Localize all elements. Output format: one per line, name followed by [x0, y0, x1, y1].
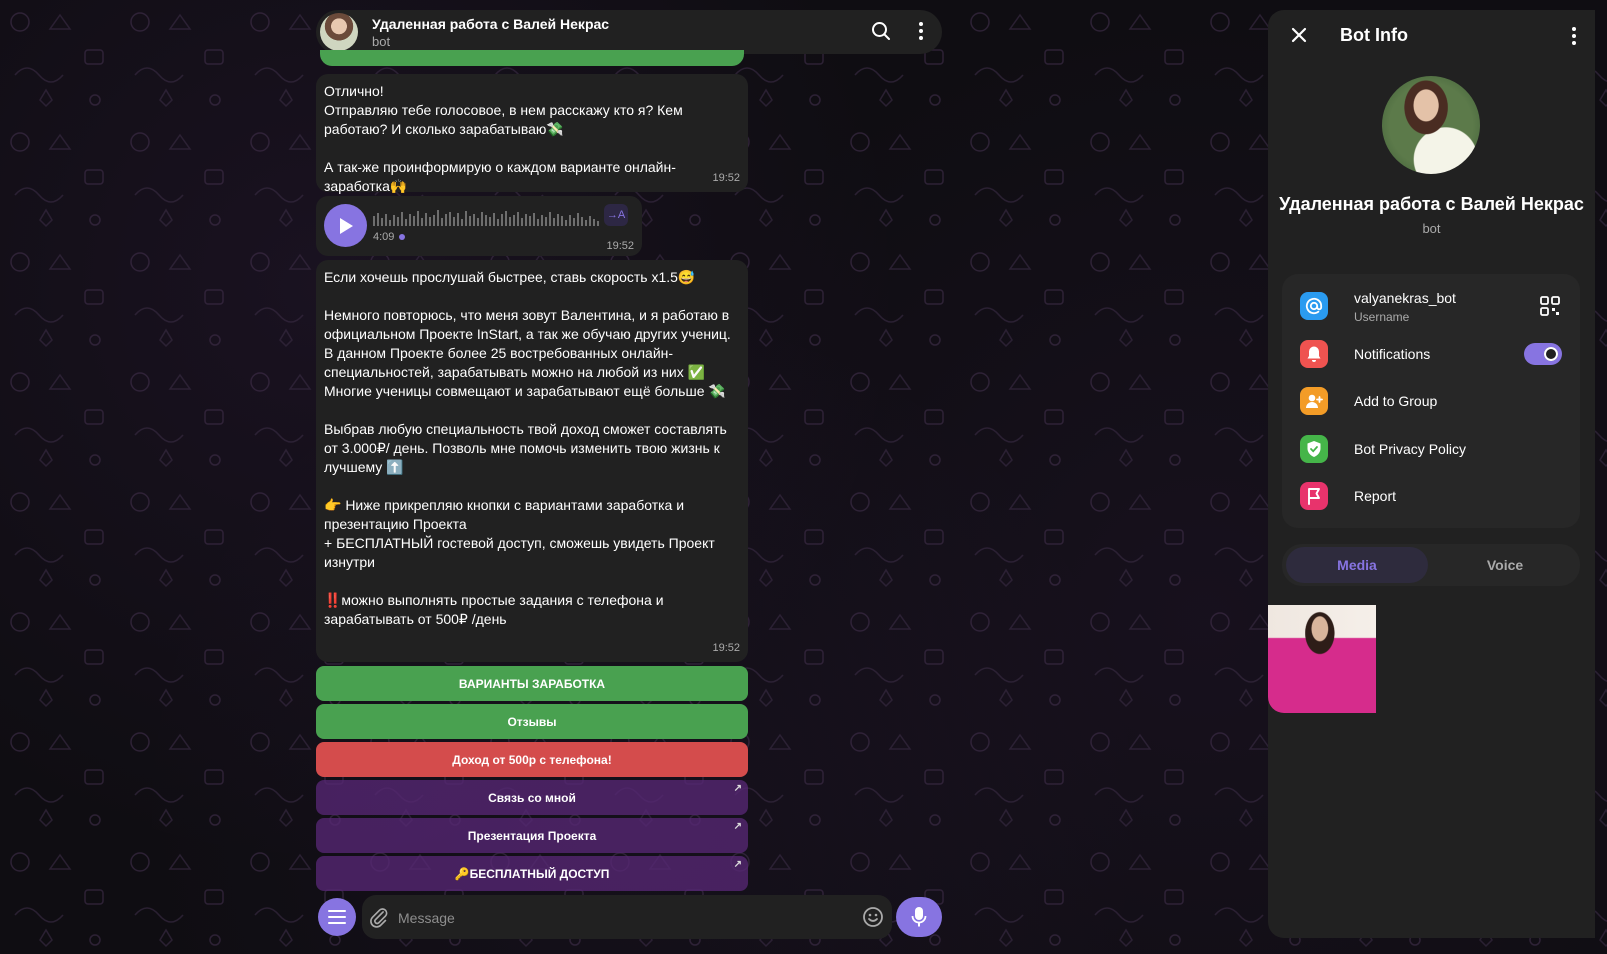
- emoji-icon[interactable]: [862, 906, 884, 928]
- message-time: 19:52: [712, 172, 740, 184]
- qr-code-icon[interactable]: [1540, 296, 1560, 316]
- username-label: Username: [1354, 310, 1410, 324]
- panel-header: Bot Info: [1268, 10, 1595, 62]
- notifications-label: Notifications: [1354, 346, 1431, 362]
- flag-icon: [1300, 482, 1328, 510]
- voice-message: 4:09 →A 19:52: [316, 196, 642, 256]
- keyboard-button-label: ВАРИАНТЫ ЗАРАБОТКА: [458, 676, 606, 691]
- add-to-group-label: Add to Group: [1354, 393, 1438, 409]
- panel-title: Bot Info: [1340, 25, 1408, 45]
- message-bubble: Отлично! Отправляю тебе голосовое, в нем…: [316, 74, 748, 194]
- message-text: Если хочешь прослушай быстрее, ставь ско…: [324, 269, 731, 627]
- keyboard-button-label: Презентация Проекта: [467, 828, 597, 843]
- keyboard-button-label: Связь со мной: [488, 790, 576, 805]
- profile-avatar[interactable]: [1382, 76, 1480, 174]
- username-row[interactable]: valyanekras_bot Username: [1282, 286, 1580, 330]
- message-composer: [362, 895, 892, 939]
- keyboard-button-reviews[interactable]: Отзывы: [316, 704, 748, 739]
- report-label: Report: [1354, 488, 1397, 504]
- more-vertical-icon[interactable]: [910, 20, 932, 42]
- add-user-icon: [1300, 387, 1328, 415]
- profile-subtitle: bot: [1422, 221, 1441, 236]
- keyboard-button-contact[interactable]: Связь со мной ↗: [316, 780, 748, 815]
- message-text: Отлично! Отправляю тебе голосовое, в нем…: [324, 83, 683, 194]
- at-sign-icon: [1300, 292, 1328, 320]
- more-vertical-icon[interactable]: [1571, 26, 1577, 46]
- microphone-icon: [911, 907, 927, 927]
- close-icon[interactable]: [1290, 26, 1308, 44]
- external-link-icon: ↗: [733, 783, 742, 794]
- media-tabs: Media Voice: [1282, 544, 1580, 586]
- chat-header[interactable]: Удаленная работа с Валей Некрас bot: [316, 10, 942, 54]
- tab-media[interactable]: Media: [1286, 547, 1428, 583]
- voice-duration: 4:09: [373, 231, 406, 243]
- previous-keyboard-button[interactable]: [320, 50, 744, 66]
- bot-menu-button[interactable]: [318, 898, 356, 936]
- keyboard-button-phone-income[interactable]: Доход от 500р с телефона!: [316, 742, 748, 777]
- external-link-icon: ↗: [733, 859, 742, 870]
- chat-title: Удаленная работа с Валей Некрас: [372, 15, 610, 32]
- profile-name: Удаленная работа с Валей Некрас: [1279, 194, 1584, 214]
- bell-icon: [1300, 340, 1328, 368]
- microphone-button[interactable]: [896, 897, 942, 937]
- message-input[interactable]: [396, 907, 840, 929]
- message-bubble: Если хочешь прослушай быстрее, ставь ско…: [316, 260, 748, 662]
- keyboard-button-free-access[interactable]: 🔑БЕСПЛАТНЫЙ ДОСТУП ↗: [316, 856, 748, 891]
- notifications-row[interactable]: Notifications: [1282, 334, 1580, 378]
- menu-icon: [328, 910, 346, 924]
- notifications-toggle[interactable]: [1524, 343, 1562, 365]
- voice-time: 19:52: [606, 240, 634, 252]
- bot-info-panel: Bot Info Удаленная работа с Валей Некрас…: [1268, 10, 1595, 938]
- username-value: valyanekras_bot: [1354, 290, 1456, 306]
- message-time: 19:52: [712, 642, 740, 654]
- media-thumbnail[interactable]: [1268, 605, 1376, 713]
- shield-check-icon: [1300, 435, 1328, 463]
- add-to-group-row[interactable]: Add to Group: [1282, 381, 1580, 425]
- search-icon[interactable]: [870, 20, 892, 42]
- transcribe-button[interactable]: →A: [604, 204, 628, 226]
- keyboard-button-label: Отзывы: [507, 714, 557, 729]
- waveform[interactable]: [373, 208, 599, 228]
- privacy-policy-label: Bot Privacy Policy: [1354, 441, 1467, 457]
- play-icon[interactable]: [324, 204, 367, 247]
- keyboard-button-label: 🔑БЕСПЛАТНЫЙ ДОСТУП: [454, 866, 610, 881]
- tab-voice[interactable]: Voice: [1434, 547, 1576, 583]
- privacy-policy-row[interactable]: Bot Privacy Policy: [1282, 429, 1580, 473]
- bot-avatar[interactable]: [320, 13, 358, 51]
- external-link-icon: ↗: [733, 821, 742, 832]
- info-card: valyanekras_bot Username Notifications A…: [1282, 274, 1580, 528]
- report-row[interactable]: Report: [1282, 476, 1580, 520]
- keyboard-button-label: Доход от 500р с телефона!: [452, 752, 612, 767]
- keyboard-button-presentation[interactable]: Презентация Проекта ↗: [316, 818, 748, 853]
- attach-icon[interactable]: [368, 906, 390, 928]
- chat-subtitle: bot: [372, 33, 391, 49]
- keyboard-button-earning-options[interactable]: ВАРИАНТЫ ЗАРАБОТКА: [316, 666, 748, 701]
